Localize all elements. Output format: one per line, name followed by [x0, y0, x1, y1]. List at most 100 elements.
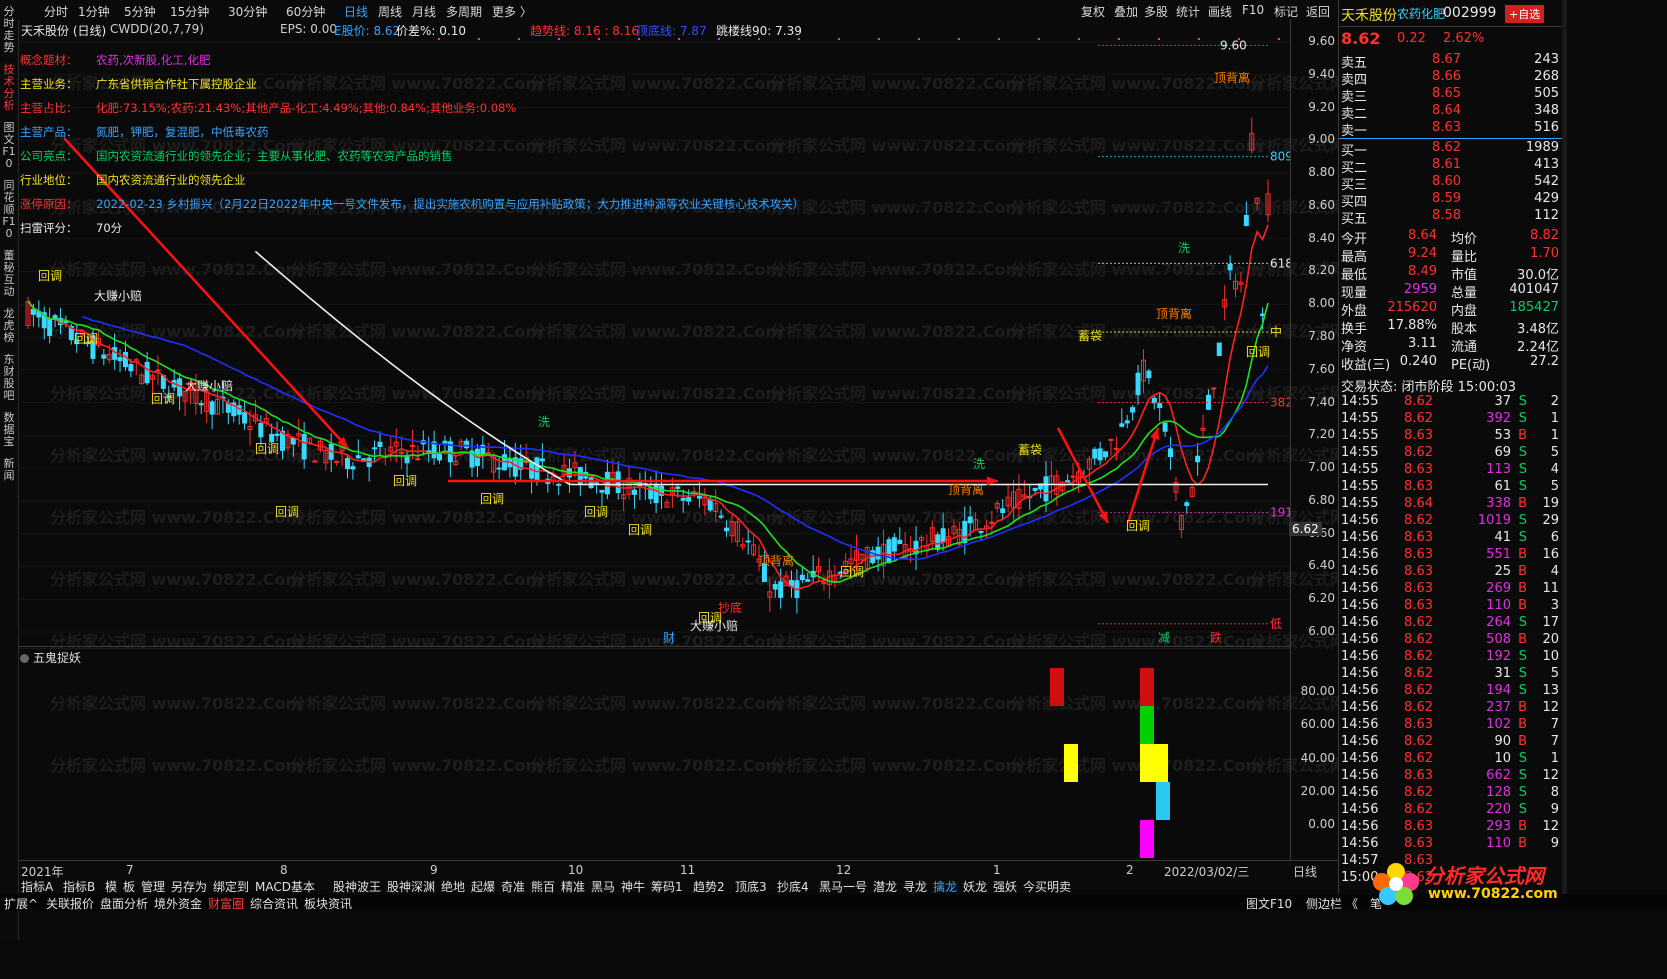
- indicator-tab[interactable]: 妖龙: [963, 878, 987, 895]
- indicator-tab[interactable]: 另存为: [171, 878, 207, 895]
- price-tick: 8.00: [1308, 296, 1335, 311]
- indicator-tab[interactable]: 奇准: [501, 878, 525, 895]
- indicator-tab[interactable]: 黑马: [591, 878, 615, 895]
- tick-row: 14:56 8.63 269 B 11: [1339, 581, 1563, 598]
- sidebar-item[interactable]: 新闻: [2, 458, 16, 482]
- period-tab[interactable]: 分时: [44, 3, 68, 20]
- indicator-tab[interactable]: 起爆: [471, 878, 495, 895]
- indicator-label[interactable]: CWDD(20,7,79): [110, 22, 204, 36]
- buy-row[interactable]: 买二 8.61 413: [1339, 157, 1563, 176]
- period-tab[interactable]: 周线: [378, 3, 402, 20]
- tick-time: 14:56: [1341, 785, 1379, 800]
- indicator-tab[interactable]: 模: [105, 878, 117, 895]
- bottom-tab[interactable]: 板块资讯: [304, 895, 352, 912]
- toolbar-button[interactable]: 返回: [1306, 3, 1330, 20]
- tick-row: 14:56 8.62 90 B 7: [1339, 734, 1563, 751]
- tick-row: 14:55 8.64 338 B 19: [1339, 496, 1563, 513]
- period-tab[interactable]: 多周期: [446, 3, 482, 20]
- chart-annotation: 减: [1158, 631, 1170, 645]
- toolbar-button[interactable]: 统计: [1176, 3, 1200, 20]
- buy-row[interactable]: 买一 8.62 1989: [1339, 140, 1563, 159]
- sell-row[interactable]: 卖五 8.67 243: [1339, 52, 1563, 71]
- tick-count: 4: [1550, 462, 1559, 477]
- sell-row[interactable]: 卖三 8.65 505: [1339, 86, 1563, 105]
- sell-row[interactable]: 卖四 8.66 268: [1339, 69, 1563, 88]
- tick-volume: 69: [1494, 445, 1511, 460]
- indicator-tab[interactable]: 精准: [561, 878, 585, 895]
- price-tick: 9.20: [1308, 99, 1335, 114]
- period-tab[interactable]: 更多 〉: [492, 3, 532, 20]
- indicator-tab[interactable]: 擒龙: [933, 878, 957, 895]
- bottom-tab[interactable]: 财富圈: [208, 895, 244, 912]
- sidebar-item[interactable]: 同花顺F10: [2, 180, 16, 240]
- bottom-tab[interactable]: 境外资金: [154, 895, 202, 912]
- bottom-tab[interactable]: 综合资讯: [250, 895, 298, 912]
- bottom-right-tab[interactable]: 侧边栏: [1306, 895, 1342, 912]
- indicator-tab[interactable]: MACD基本: [255, 878, 315, 895]
- tick-list[interactable]: 14:55 8.62 37 S 2 14:55 8.62 392 S 1 14:55 8.63 53 B 1…: [1339, 394, 1563, 894]
- candle-body: [745, 540, 751, 543]
- indicator-tab[interactable]: 股神深渊: [387, 878, 435, 895]
- indicator-chart[interactable]: [18, 648, 1290, 860]
- bottom-tab[interactable]: 关联报价: [46, 895, 94, 912]
- indicator-tab[interactable]: 寻龙: [903, 878, 927, 895]
- toolbar-button[interactable]: 复权: [1081, 3, 1105, 20]
- candle-body: [1146, 370, 1152, 379]
- indicator-tab[interactable]: 神牛: [621, 878, 645, 895]
- tick-side: S: [1518, 479, 1527, 494]
- stat-label: 最低: [1341, 268, 1368, 283]
- chart-annotation: 洗: [538, 415, 550, 429]
- indicator-tab[interactable]: 筹码1: [651, 878, 683, 895]
- bottom-tab[interactable]: 盘面分析: [100, 895, 148, 912]
- period-tab[interactable]: 5分钟: [124, 3, 156, 20]
- indicator-tab[interactable]: 绑定到: [213, 878, 249, 895]
- period-tab[interactable]: 1分钟: [78, 3, 110, 20]
- sell-row[interactable]: 卖二 8.64 348: [1339, 103, 1563, 122]
- toolbar-button[interactable]: 多股: [1144, 3, 1168, 20]
- add-watchlist-button[interactable]: +自选: [1505, 5, 1545, 23]
- sidebar-item[interactable]: 分时走势: [2, 6, 16, 54]
- period-tab[interactable]: 日线: [344, 3, 368, 20]
- sector-tag[interactable]: 农药化肥: [1397, 5, 1445, 22]
- sidebar-item[interactable]: 数据宝: [2, 412, 16, 448]
- bottom-tab[interactable]: 扩展^: [4, 895, 38, 912]
- period-tab[interactable]: 30分钟: [228, 3, 267, 20]
- bottom-right-tab[interactable]: 《: [1346, 895, 1358, 912]
- buy-row[interactable]: 买四 8.59 429: [1339, 191, 1563, 210]
- period-tab[interactable]: 月线: [412, 3, 436, 20]
- indicator-tab[interactable]: 趋势2: [693, 878, 725, 895]
- toolbar-button[interactable]: 画线: [1208, 3, 1232, 20]
- sidebar-item[interactable]: 龙虎榜: [2, 308, 16, 344]
- buy-row[interactable]: 买五 8.58 112: [1339, 208, 1563, 227]
- indicator-tab[interactable]: 抄底4: [777, 878, 809, 895]
- indicator-tab[interactable]: 今买明卖: [1023, 878, 1071, 895]
- sidebar-item[interactable]: 董秘互动: [2, 250, 16, 298]
- period-tab[interactable]: 60分钟: [286, 3, 325, 20]
- scrollbar[interactable]: [1562, 0, 1567, 894]
- indicator-tab[interactable]: 黑马一号: [819, 878, 867, 895]
- sidebar-item[interactable]: 图文F10: [2, 122, 16, 170]
- tick-volume: 392: [1486, 411, 1511, 426]
- toolbar-button[interactable]: 叠加: [1114, 3, 1138, 20]
- indicator-tab[interactable]: 指标A: [21, 878, 53, 895]
- indicator-tab[interactable]: 绝地: [441, 878, 465, 895]
- toolbar-button[interactable]: 标记: [1274, 3, 1298, 20]
- signal-dot: [798, 38, 800, 40]
- quote-panel: 天禾股份 农药化肥 002999 +自选 8.62 0.22 2.62% 卖五 8…: [1338, 0, 1563, 894]
- indicator-tab[interactable]: 顶底3: [735, 878, 767, 895]
- toolbar-button[interactable]: F10: [1242, 3, 1264, 17]
- period-tab[interactable]: 15分钟: [170, 3, 209, 20]
- indicator-tab[interactable]: 管理: [141, 878, 165, 895]
- buy-row[interactable]: 买三 8.60 542: [1339, 174, 1563, 193]
- indicator-tab[interactable]: 强妖: [993, 878, 1017, 895]
- indicator-tab[interactable]: 板: [123, 878, 135, 895]
- sidebar-item[interactable]: 技术分析: [2, 64, 16, 112]
- indicator-tab[interactable]: 潜龙: [873, 878, 897, 895]
- sidebar-item[interactable]: 东财股吧: [2, 354, 16, 402]
- indicator-tab[interactable]: 熊百: [531, 878, 555, 895]
- indicator-tab[interactable]: 股神波王: [333, 878, 381, 895]
- sell-row[interactable]: 卖一 8.63 516: [1339, 120, 1563, 139]
- price-tick: 7.00: [1308, 460, 1335, 475]
- bottom-right-tab[interactable]: 图文F10: [1246, 895, 1292, 912]
- indicator-tab[interactable]: 指标B: [63, 878, 95, 895]
